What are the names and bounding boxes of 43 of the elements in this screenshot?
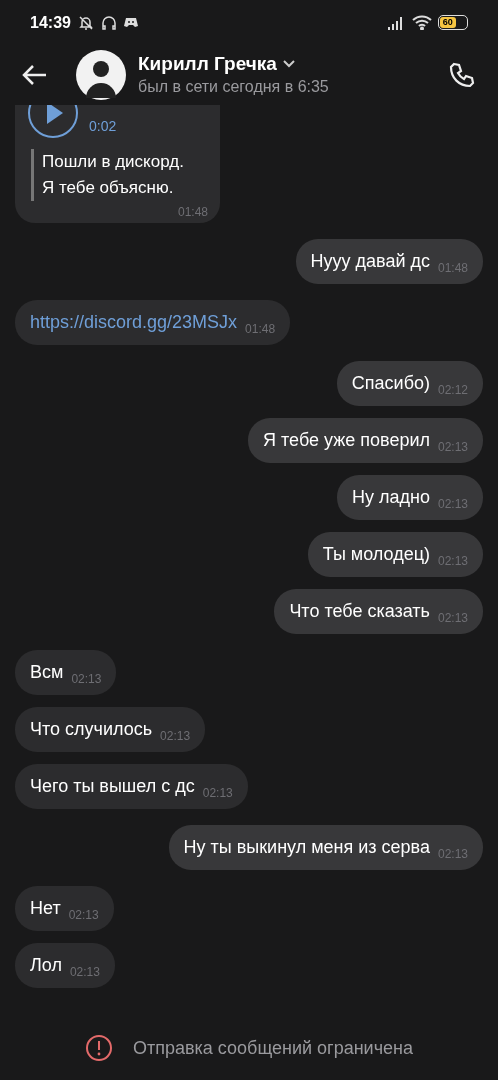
last-seen-status: был в сети сегодня в 6:35 (138, 77, 329, 97)
message-time: 01:48 (245, 322, 276, 336)
warning-icon (85, 1034, 113, 1062)
message-time: 02:13 (437, 847, 468, 861)
message-link[interactable]: https://discord.gg/23MSJx (30, 309, 238, 336)
message-time: 02:13 (437, 497, 468, 511)
message-text: Нууу давай дс (310, 250, 430, 273)
message-time: 02:13 (68, 908, 99, 922)
contact-name[interactable]: Кирилл Гречка (138, 52, 277, 76)
message-time: 01:48 (437, 261, 468, 275)
chevron-down-icon[interactable] (282, 60, 295, 68)
message-text: Что тебе сказать (289, 600, 430, 623)
message-text: Я тебе уже поверил (263, 429, 430, 452)
message-time: 02:13 (71, 672, 102, 686)
wifi-icon (412, 15, 432, 30)
bell-off-icon (77, 14, 94, 31)
message-time: 02:13 (437, 554, 468, 568)
voice-transcript: Пошли в дискорд. Я тебе объясню. (42, 151, 184, 199)
avatar[interactable] (76, 50, 126, 100)
message-text: Всм (30, 661, 64, 684)
message-text: Чего ты вышел с дс (30, 775, 195, 798)
back-arrow-icon[interactable] (22, 64, 48, 86)
message-text: Ты молодец) (322, 543, 430, 566)
controller-icon (123, 17, 138, 28)
message-time: 02:13 (202, 786, 233, 800)
message-text: Спасибо) (351, 372, 430, 395)
message-time: 02:12 (437, 383, 468, 397)
restriction-notice: Отправка сообщений ограничена (133, 1036, 413, 1060)
status-time: 14:39 (30, 12, 71, 33)
phone-icon[interactable] (448, 61, 476, 89)
message-text: Ну ладно (352, 486, 430, 509)
voice-duration: 0:02 (89, 117, 117, 136)
message-time: 02:13 (437, 611, 468, 625)
message-time: 02:13 (437, 440, 468, 454)
message-text: Лол (30, 954, 62, 977)
message-text: Что случилось (30, 718, 153, 741)
battery-icon: 60 (438, 15, 468, 30)
headphones-icon (100, 14, 117, 31)
message-time: 01:48 (177, 205, 208, 219)
message-text: Ну ты выкинул меня из серва (183, 836, 430, 859)
message-time: 02:13 (160, 729, 191, 743)
message-text: Нет (30, 897, 61, 920)
message-time: 02:13 (69, 965, 100, 979)
